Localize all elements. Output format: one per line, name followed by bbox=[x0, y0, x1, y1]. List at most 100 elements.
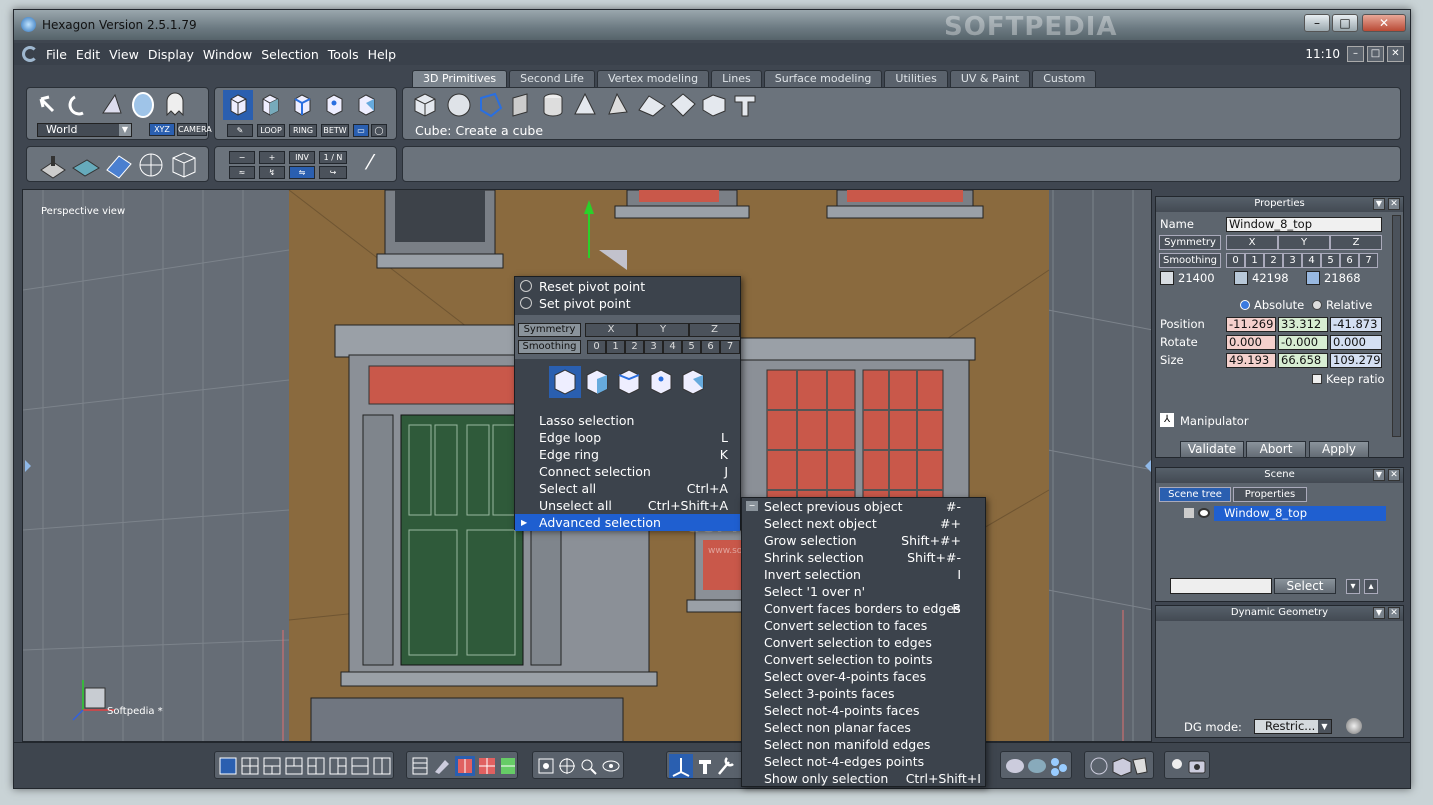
apply-button[interactable]: Apply bbox=[1309, 441, 1369, 458]
xyz-button[interactable]: XYZ bbox=[149, 123, 175, 136]
submenu-item[interactable]: Grow selection Shift+#+ bbox=[742, 532, 985, 549]
size-z[interactable]: 109.279 bbox=[1330, 353, 1382, 368]
submenu-item[interactable]: Select over-4-points faces bbox=[742, 668, 985, 685]
camera-button[interactable]: CAMERA bbox=[177, 123, 212, 136]
position-z[interactable]: -41.873 bbox=[1330, 317, 1382, 332]
smooth-level-5[interactable]: 5 bbox=[1321, 253, 1340, 268]
submenu-item[interactable]: Shrink selection Shift+#- bbox=[742, 549, 985, 566]
panel-menu-icon[interactable]: ▼ bbox=[1373, 469, 1385, 481]
minimize-button[interactable]: – bbox=[1304, 14, 1330, 32]
properties-scrollbar[interactable] bbox=[1392, 215, 1401, 437]
name-field[interactable]: Window_8_top bbox=[1226, 217, 1382, 232]
menu-sym-x[interactable]: X bbox=[585, 323, 637, 337]
sel-op-2-icon[interactable]: ↯ bbox=[259, 166, 285, 179]
loop-button[interactable]: LOOP bbox=[257, 124, 285, 137]
menu-set-pivot[interactable]: Set pivot point bbox=[515, 295, 740, 312]
tab-scene-properties[interactable]: Properties bbox=[1233, 487, 1307, 502]
submenu-item[interactable]: Convert selection to edges bbox=[742, 634, 985, 651]
smoothing-button[interactable]: Smoothing bbox=[1159, 253, 1221, 268]
absolute-radio[interactable] bbox=[1240, 300, 1250, 310]
submenu-item[interactable]: Select non manifold edges bbox=[742, 736, 985, 753]
rect-select-button[interactable]: ▭ bbox=[353, 124, 369, 137]
grow-button[interactable]: + bbox=[259, 151, 285, 164]
menu-select-all[interactable]: Select all Ctrl+A bbox=[515, 480, 740, 497]
smooth-level-6[interactable]: 6 bbox=[1340, 253, 1359, 268]
app-restore-button[interactable]: □ bbox=[1367, 46, 1384, 62]
menu-edit[interactable]: Edit bbox=[76, 47, 100, 62]
abort-button[interactable]: Abort bbox=[1246, 441, 1306, 458]
keep-ratio-checkbox[interactable] bbox=[1312, 374, 1322, 384]
menu-edge-ring[interactable]: Edge ring K bbox=[515, 446, 740, 463]
submenu-item[interactable]: Select not-4-points faces bbox=[742, 702, 985, 719]
position-y[interactable]: 33.312 bbox=[1278, 317, 1328, 332]
dg-toggle-icon[interactable] bbox=[1346, 718, 1362, 734]
paint-select-button[interactable]: ✎ bbox=[227, 124, 253, 137]
submenu-item[interactable]: Convert selection to faces bbox=[742, 617, 985, 634]
maximize-button[interactable]: □ bbox=[1332, 14, 1358, 32]
smooth-level-7[interactable]: 7 bbox=[1359, 253, 1378, 268]
submenu-item[interactable]: Select next object #+ bbox=[742, 515, 985, 532]
scene-select-button[interactable]: Select bbox=[1274, 578, 1336, 594]
menu-smooth-7[interactable]: 7 bbox=[720, 340, 740, 354]
size-y[interactable]: 66.658 bbox=[1278, 353, 1328, 368]
menu-smooth-0[interactable]: 0 bbox=[587, 340, 606, 354]
submenu-item[interactable]: − Select previous object #- bbox=[742, 498, 985, 515]
smooth-level-0[interactable]: 0 bbox=[1226, 253, 1245, 268]
menu-lasso-selection[interactable]: Lasso selection bbox=[515, 412, 740, 429]
menu-smooth-2[interactable]: 2 bbox=[625, 340, 644, 354]
tab-vertex-modeling[interactable]: Vertex modeling bbox=[596, 70, 710, 87]
tab-custom[interactable]: Custom bbox=[1032, 70, 1097, 87]
menu-file[interactable]: File bbox=[46, 47, 67, 62]
menu-smooth-6[interactable]: 6 bbox=[701, 340, 720, 354]
menu-symmetry-button[interactable]: Symmetry bbox=[518, 323, 581, 337]
symmetry-button[interactable]: Symmetry bbox=[1159, 235, 1221, 250]
smooth-level-4[interactable]: 4 bbox=[1302, 253, 1321, 268]
submenu-item[interactable]: Show only selection Ctrl+Shift+I bbox=[742, 770, 985, 787]
scene-item-window-8-top[interactable]: Window_8_top bbox=[1214, 506, 1386, 521]
smooth-level-2[interactable]: 2 bbox=[1264, 253, 1283, 268]
menu-sym-y[interactable]: Y bbox=[637, 323, 689, 337]
menu-window[interactable]: Window bbox=[203, 47, 252, 62]
shrink-button[interactable]: − bbox=[229, 151, 255, 164]
menu-tools[interactable]: Tools bbox=[328, 47, 359, 62]
sym-x-button[interactable]: X bbox=[1226, 235, 1278, 250]
size-x[interactable]: 49.193 bbox=[1226, 353, 1276, 368]
panel-close-icon[interactable]: ✕ bbox=[1388, 607, 1400, 619]
tab-scene-tree[interactable]: Scene tree bbox=[1159, 487, 1231, 502]
tab-uv-paint[interactable]: UV & Paint bbox=[949, 70, 1031, 87]
sym-z-button[interactable]: Z bbox=[1330, 235, 1382, 250]
sel-op-4-icon[interactable]: ↪ bbox=[319, 166, 347, 179]
ring-button[interactable]: RING bbox=[289, 124, 317, 137]
tab-3d-primitives[interactable]: 3D Primitives bbox=[412, 70, 508, 87]
submenu-item[interactable]: Select '1 over n' bbox=[742, 583, 985, 600]
scroll-up-icon[interactable]: ▴ bbox=[1364, 579, 1378, 594]
sel-op-3-icon[interactable]: ⇋ bbox=[289, 166, 315, 179]
menu-selection[interactable]: Selection bbox=[261, 47, 319, 62]
position-x[interactable]: -11.269 bbox=[1226, 317, 1276, 332]
lasso-select-button[interactable]: ◯ bbox=[371, 124, 387, 137]
app-close-button[interactable]: ✕ bbox=[1387, 46, 1404, 62]
lock-icon[interactable] bbox=[1184, 508, 1194, 518]
sel-op-1-icon[interactable]: ≈ bbox=[229, 166, 255, 179]
menu-smooth-5[interactable]: 5 bbox=[682, 340, 701, 354]
menu-smooth-4[interactable]: 4 bbox=[663, 340, 682, 354]
submenu-item[interactable]: Convert selection to points bbox=[742, 651, 985, 668]
menu-view[interactable]: View bbox=[109, 47, 139, 62]
panel-menu-icon[interactable]: ▼ bbox=[1373, 198, 1385, 210]
menu-smooth-1[interactable]: 1 bbox=[606, 340, 625, 354]
menu-help[interactable]: Help bbox=[368, 47, 397, 62]
submenu-item[interactable]: Select 3-points faces bbox=[742, 685, 985, 702]
tab-utilities[interactable]: Utilities bbox=[884, 70, 948, 87]
tab-second-life[interactable]: Second Life bbox=[509, 70, 595, 87]
scroll-down-icon[interactable]: ▾ bbox=[1346, 579, 1360, 594]
submenu-item[interactable]: Invert selection I bbox=[742, 566, 985, 583]
panel-close-icon[interactable]: ✕ bbox=[1388, 469, 1400, 481]
menu-edge-loop[interactable]: Edge loop L bbox=[515, 429, 740, 446]
submenu-item[interactable]: Convert faces borders to edges B bbox=[742, 600, 985, 617]
dg-mode-select[interactable]: Restric... ▼ bbox=[1254, 719, 1332, 734]
rotate-x[interactable]: 0.000 bbox=[1226, 335, 1276, 350]
menu-unselect-all[interactable]: Unselect all Ctrl+Shift+A bbox=[515, 497, 740, 514]
sym-y-button[interactable]: Y bbox=[1278, 235, 1330, 250]
menu-reset-pivot[interactable]: Reset pivot point bbox=[515, 278, 740, 295]
rotate-z[interactable]: 0.000 bbox=[1330, 335, 1382, 350]
